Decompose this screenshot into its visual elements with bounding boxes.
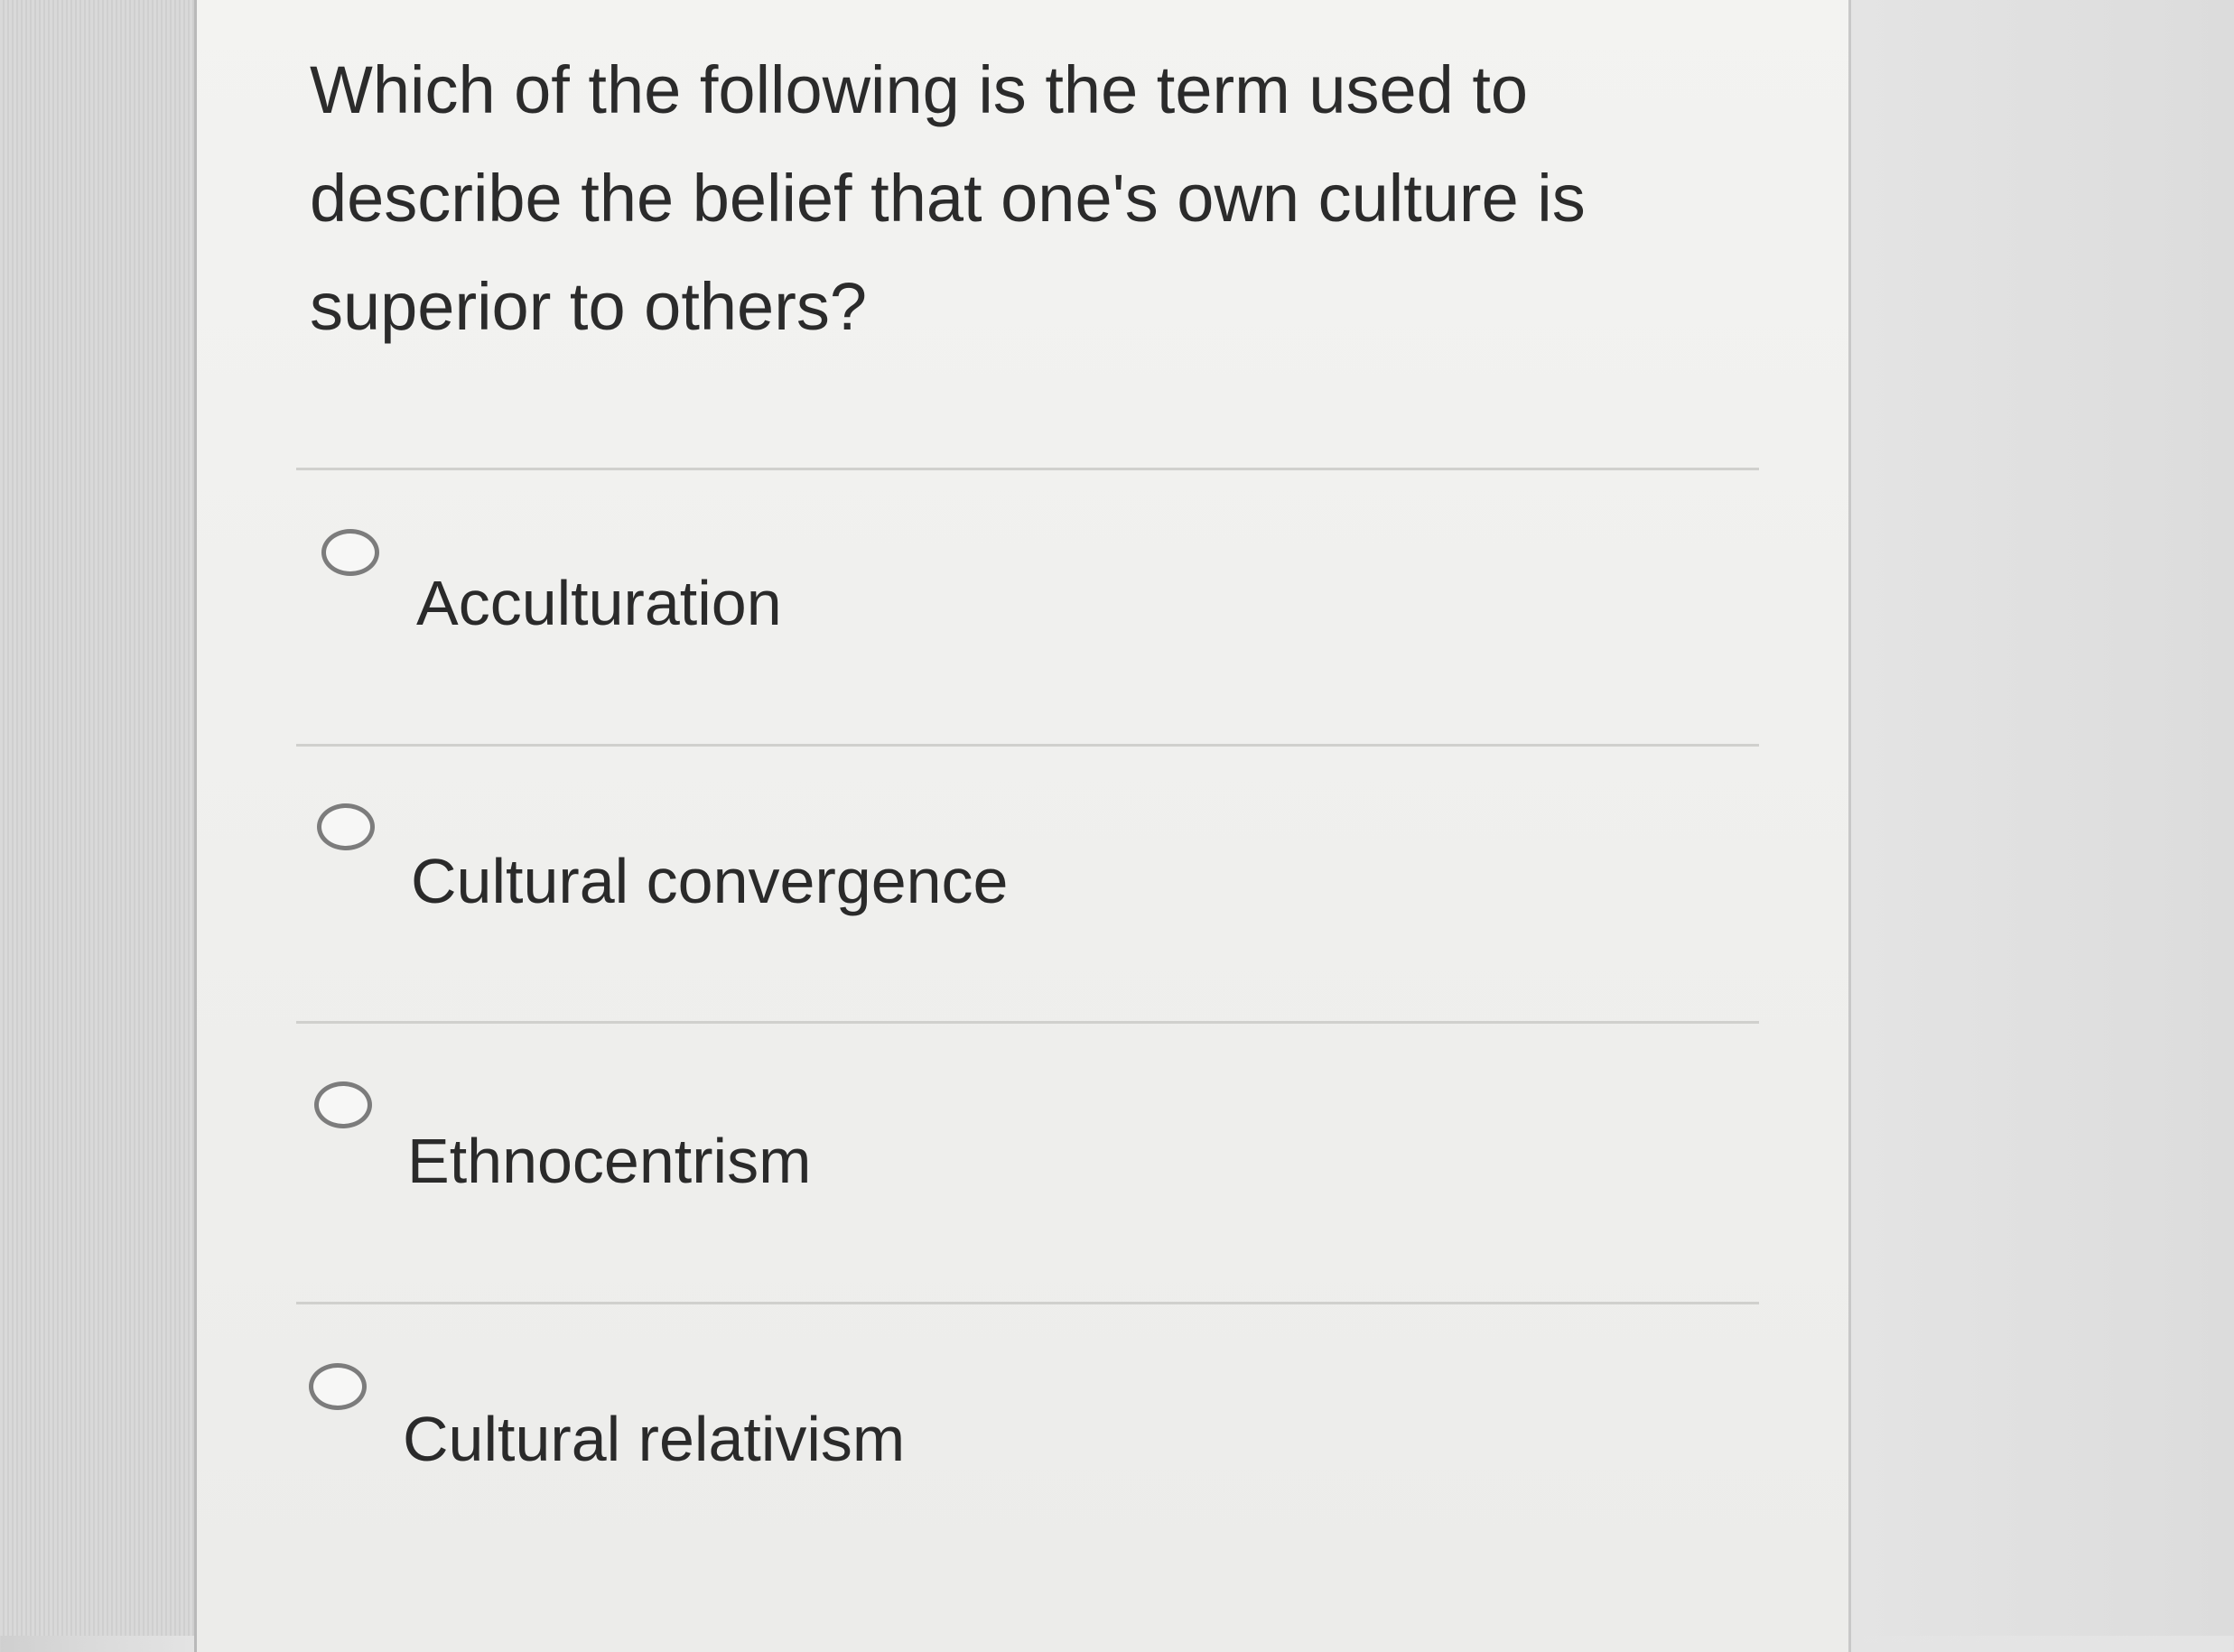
divider <box>296 1021 1759 1024</box>
divider <box>296 744 1759 747</box>
radio-ethnocentrism[interactable] <box>314 1081 372 1128</box>
right-background <box>1851 0 2234 1636</box>
option-label-cultural-relativism[interactable]: Cultural relativism <box>403 1403 905 1475</box>
option-label-acculturation[interactable]: Acculturation <box>416 567 782 639</box>
option-label-ethnocentrism[interactable]: Ethnocentrism <box>407 1125 811 1197</box>
question-text: Which of the following is the term used … <box>310 52 1586 344</box>
radio-cultural-convergence[interactable] <box>317 803 375 850</box>
divider <box>296 468 1759 470</box>
divider <box>296 1302 1759 1304</box>
radio-cultural-relativism[interactable] <box>309 1363 367 1410</box>
radio-acculturation[interactable] <box>321 529 379 576</box>
question-panel: Which of the following is the term used … <box>194 0 1851 1652</box>
left-background <box>0 0 194 1636</box>
option-label-cultural-convergence[interactable]: Cultural convergence <box>411 845 1008 917</box>
